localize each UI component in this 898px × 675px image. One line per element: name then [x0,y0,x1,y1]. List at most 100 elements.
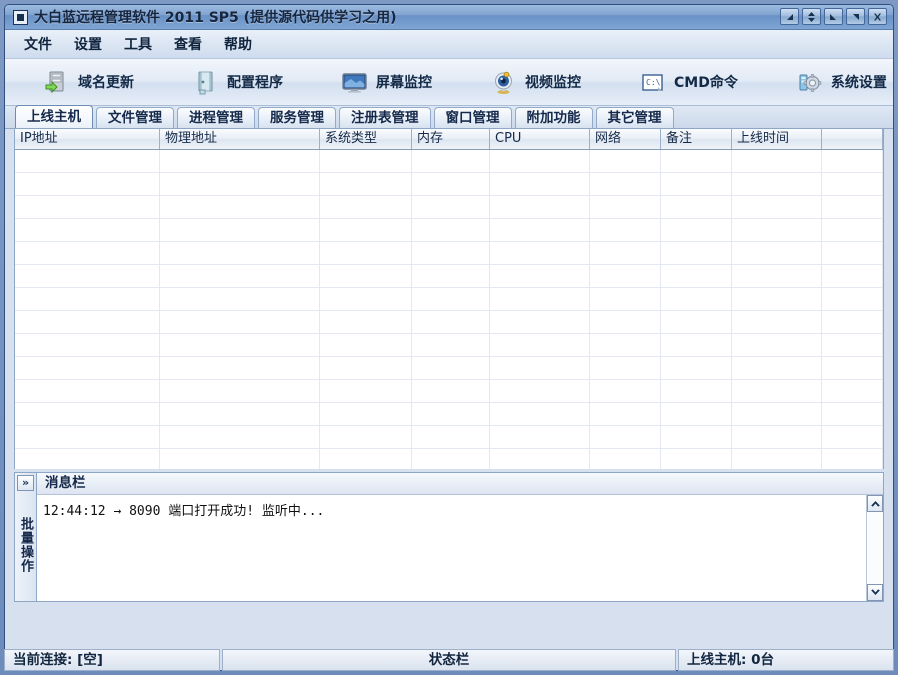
table-cell[interactable] [661,288,732,310]
message-log[interactable]: 12:44:12 → 8090 端口打开成功! 监听中... [37,495,866,601]
table-cell[interactable] [822,380,883,402]
table-cell[interactable] [732,311,822,333]
table-cell[interactable] [15,219,160,241]
table-cell[interactable] [160,173,320,195]
table-row[interactable] [15,173,883,196]
table-cell[interactable] [160,334,320,356]
table-cell[interactable] [590,150,661,172]
menu-file[interactable]: 文件 [15,31,61,57]
table-cell[interactable] [822,426,883,448]
tab-extra-functions[interactable]: 附加功能 [515,107,593,128]
table-cell[interactable] [732,357,822,379]
expand-panel-button[interactable]: » [17,475,34,491]
table-cell[interactable] [15,242,160,264]
table-cell[interactable] [320,334,412,356]
tab-other-manager[interactable]: 其它管理 [596,107,674,128]
table-cell[interactable] [590,173,661,195]
table-cell[interactable] [732,265,822,287]
table-cell[interactable] [490,449,590,469]
col-online-time[interactable]: 上线时间 [732,129,822,149]
table-cell[interactable] [822,357,883,379]
table-cell[interactable] [590,288,661,310]
table-cell[interactable] [490,357,590,379]
table-cell[interactable] [590,196,661,218]
table-cell[interactable] [590,334,661,356]
table-cell[interactable] [590,311,661,333]
table-cell[interactable] [661,357,732,379]
table-cell[interactable] [15,150,160,172]
table-cell[interactable] [160,242,320,264]
table-cell[interactable] [320,173,412,195]
col-network[interactable]: 网络 [590,129,661,149]
table-cell[interactable] [732,403,822,425]
table-row[interactable] [15,242,883,265]
table-row[interactable] [15,196,883,219]
table-cell[interactable] [661,150,732,172]
table-cell[interactable] [822,150,883,172]
table-cell[interactable] [160,311,320,333]
table-cell[interactable] [590,380,661,402]
table-cell[interactable] [320,311,412,333]
table-cell[interactable] [15,334,160,356]
toolbar-video-monitor[interactable]: 视频监控 [476,62,595,102]
col-cpu[interactable]: CPU [490,129,590,149]
table-cell[interactable] [661,196,732,218]
menu-settings[interactable]: 设置 [65,31,111,57]
table-cell[interactable] [590,357,661,379]
table-cell[interactable] [490,380,590,402]
up-chevron-icon[interactable] [867,495,883,512]
col-memory[interactable]: 内存 [412,129,490,149]
table-cell[interactable] [412,288,490,310]
table-cell[interactable] [661,449,732,469]
table-cell[interactable] [320,265,412,287]
table-cell[interactable] [412,403,490,425]
table-cell[interactable] [661,426,732,448]
table-cell[interactable] [490,265,590,287]
table-cell[interactable] [590,242,661,264]
table-cell[interactable] [412,265,490,287]
table-cell[interactable] [320,219,412,241]
table-row[interactable] [15,334,883,357]
table-cell[interactable] [15,380,160,402]
tab-process-manager[interactable]: 进程管理 [177,107,255,128]
table-cell[interactable] [732,150,822,172]
table-row[interactable] [15,403,883,426]
message-scrollbar[interactable] [866,495,883,601]
table-cell[interactable] [412,380,490,402]
table-cell[interactable] [160,380,320,402]
table-cell[interactable] [732,449,822,469]
table-cell[interactable] [160,449,320,469]
table-cell[interactable] [15,426,160,448]
table-cell[interactable] [732,196,822,218]
table-cell[interactable] [490,219,590,241]
minimize-button[interactable] [824,8,843,25]
menu-tools[interactable]: 工具 [115,31,161,57]
table-cell[interactable] [15,288,160,310]
table-cell[interactable] [15,173,160,195]
table-cell[interactable] [412,426,490,448]
table-cell[interactable] [732,334,822,356]
table-cell[interactable] [15,449,160,469]
table-cell[interactable] [661,311,732,333]
table-cell[interactable] [412,357,490,379]
table-row[interactable] [15,265,883,288]
table-row[interactable] [15,311,883,334]
grid-body[interactable] [15,150,883,469]
table-cell[interactable] [490,242,590,264]
table-cell[interactable] [822,449,883,469]
table-cell[interactable] [822,242,883,264]
roll-up-button[interactable] [802,8,821,25]
tab-file-manager[interactable]: 文件管理 [96,107,174,128]
table-cell[interactable] [320,426,412,448]
table-cell[interactable] [160,265,320,287]
toolbar-build-config[interactable]: 配置程序 [178,62,297,102]
table-cell[interactable] [160,357,320,379]
table-cell[interactable] [160,150,320,172]
tab-window-manager[interactable]: 窗口管理 [434,107,512,128]
table-cell[interactable] [590,426,661,448]
table-cell[interactable] [732,219,822,241]
table-cell[interactable] [412,311,490,333]
table-cell[interactable] [160,288,320,310]
table-row[interactable] [15,357,883,380]
toolbar-domain-update[interactable]: 域名更新 [29,62,148,102]
